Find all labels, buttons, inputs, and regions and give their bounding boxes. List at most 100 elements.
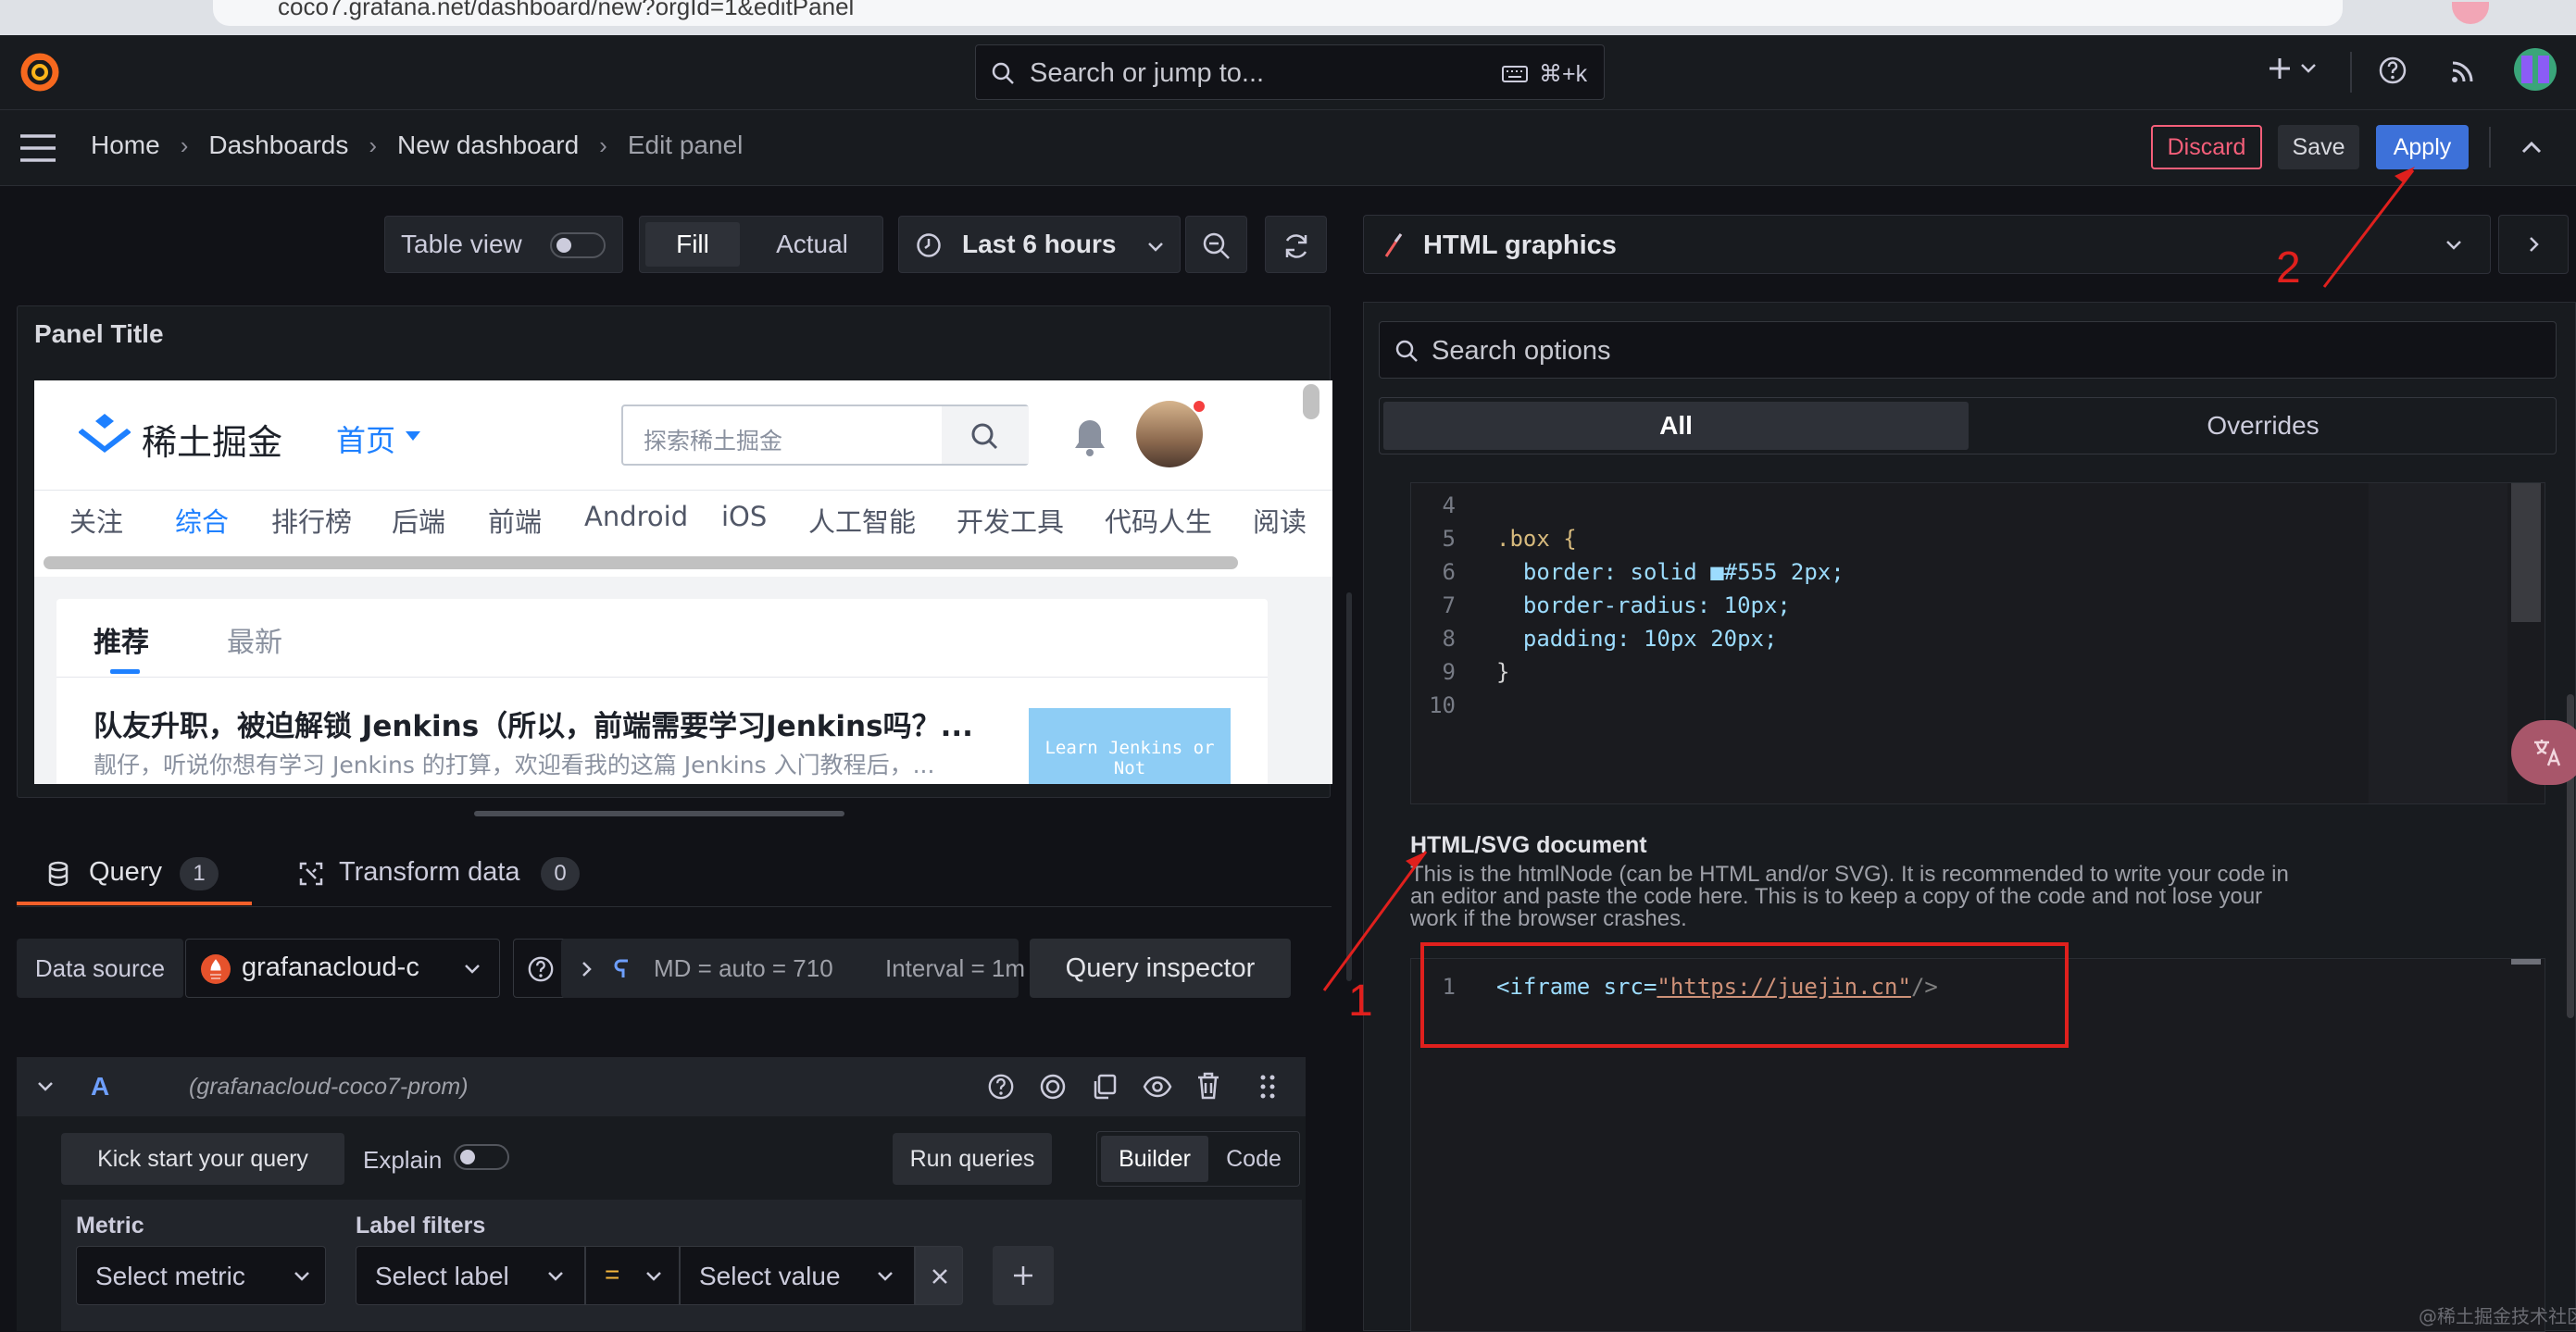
query-target-icon[interactable] — [1039, 1073, 1067, 1101]
user-avatar[interactable] — [2514, 48, 2557, 91]
add-chevron-down-icon[interactable] — [2300, 63, 2317, 74]
time-range-picker[interactable]: Last 6 hours — [898, 216, 1181, 273]
discard-button[interactable]: Discard — [2151, 125, 2262, 169]
juejin-category[interactable]: 开发工具 — [957, 501, 1105, 540]
global-search-input[interactable]: Search or jump to... ⌘+k — [975, 44, 1605, 100]
juejin-category[interactable]: 人工智能 — [808, 501, 957, 540]
html-doc-description: This is the htmlNode (can be HTML and/or… — [1410, 864, 2289, 930]
search-icon — [991, 61, 1015, 85]
label-select-placeholder: Select label — [375, 1262, 509, 1290]
juejin-category[interactable]: Android — [584, 501, 721, 540]
table-view-toggle[interactable]: Table view — [384, 216, 623, 273]
line-number: 6 — [1442, 559, 1456, 585]
juejin-logo-text: 稀土掘金 — [142, 422, 283, 463]
collapse-chevron-up-icon[interactable] — [2520, 140, 2543, 155]
juejin-horizontal-scrollbar[interactable] — [44, 556, 1238, 569]
tab-all[interactable]: All — [1383, 402, 1969, 450]
juejin-search-input[interactable]: 探索稀土掘金 — [621, 405, 1029, 466]
value-select[interactable]: Select value — [680, 1246, 915, 1305]
juejin-bell-icon[interactable] — [1071, 417, 1108, 456]
data-source-help-button[interactable] — [513, 939, 567, 998]
grafana-logo-icon[interactable] — [19, 50, 61, 93]
menu-icon[interactable] — [19, 132, 57, 164]
query-help-icon[interactable] — [987, 1073, 1015, 1101]
add-filter-button[interactable] — [993, 1246, 1054, 1305]
help-icon[interactable] — [2378, 56, 2407, 85]
juejin-article-title[interactable]: 队友升职，被迫解锁 Jenkins（所以，前端需要学习Jenkins吗？... — [94, 703, 1047, 744]
query-visibility-eye-icon[interactable] — [1143, 1075, 1172, 1099]
query-a-letter[interactable]: A — [91, 1072, 109, 1102]
query-options-icon — [613, 957, 631, 981]
translate-bubble[interactable] — [2511, 720, 2576, 785]
breadcrumb-new-dashboard[interactable]: New dashboard — [397, 131, 579, 160]
query-delete-trash-icon[interactable] — [1196, 1072, 1220, 1100]
zoom-out-button[interactable] — [1185, 216, 1247, 273]
explain-switch[interactable] — [454, 1144, 509, 1170]
juejin-scrollbar-thumb[interactable] — [1303, 384, 1319, 419]
juejin-feed-tab-latest[interactable]: 最新 — [227, 619, 282, 660]
data-source-picker[interactable]: grafanacloud-c — [185, 939, 500, 998]
juejin-iframe[interactable]: 稀土掘金 首页 探索稀土掘金 关注 综合 排行榜 后端 前端 Android i… — [34, 380, 1332, 784]
juejin-category[interactable]: 前端 — [488, 501, 584, 540]
css-code-editor[interactable]: 4 5 .box { 6 border: solid ■#555 2px; 7 b… — [1410, 482, 2545, 804]
juejin-category[interactable]: 后端 — [392, 501, 488, 540]
css-editor-lines: 4 5 .box { 6 border: solid ■#555 2px; 7 b… — [1411, 489, 1844, 722]
metric-select-placeholder: Select metric — [95, 1262, 245, 1290]
run-queries-button[interactable]: Run queries — [893, 1133, 1052, 1185]
panel-resize-handle[interactable] — [474, 811, 844, 816]
fill-option[interactable]: Fill — [645, 222, 740, 267]
tab-transform-data[interactable]: Transform data 0 — [278, 844, 583, 905]
annotation-number-1: 1 — [1348, 977, 1373, 1026]
juejin-feed-tab-recommend[interactable]: 推荐 — [94, 619, 149, 660]
html-editor-scroll-indicator — [2511, 959, 2541, 965]
metric-select[interactable]: Select metric — [76, 1246, 326, 1305]
options-tabs: All Overrides — [1379, 397, 2557, 454]
css-editor-scrollbar[interactable] — [2511, 483, 2541, 622]
query-drag-handle-icon[interactable] — [1259, 1074, 1276, 1100]
nav-divider — [2350, 52, 2352, 93]
annotation-arrow-1 — [1322, 851, 1428, 991]
breadcrumb-dashboards[interactable]: Dashboards — [208, 131, 348, 160]
operator-value: = — [605, 1260, 620, 1288]
remove-filter-button[interactable] — [915, 1246, 963, 1305]
juejin-category[interactable]: 关注 — [69, 501, 175, 540]
actual-option[interactable]: Actual — [749, 222, 875, 267]
juejin-search-button[interactable] — [942, 406, 1029, 464]
query-collapse-chevron-down-icon[interactable] — [37, 1081, 54, 1092]
query-duplicate-icon[interactable] — [1091, 1073, 1119, 1101]
label-select[interactable]: Select label — [356, 1246, 585, 1305]
juejin-category[interactable]: 代码人生 — [1105, 501, 1253, 540]
operator-select[interactable]: = — [585, 1246, 680, 1305]
clock-icon — [916, 232, 942, 258]
code-mode-option[interactable]: Code — [1212, 1136, 1295, 1182]
tab-query[interactable]: Query 1 — [17, 844, 252, 905]
add-new-icon[interactable] — [2267, 56, 2293, 81]
juejin-feed: 推荐 最新 队友升职，被迫解锁 Jenkins（所以，前端需要学习Jenkins… — [56, 599, 1268, 784]
juejin-category[interactable]: 排行榜 — [271, 501, 392, 540]
builder-mode-option[interactable]: Builder — [1101, 1136, 1208, 1182]
browser-address-strip: coco7.grafana.net/dashboard/new?orgId=1&… — [0, 0, 2576, 35]
query-inspector-button[interactable]: Query inspector — [1030, 939, 1291, 998]
metric-label: Metric — [76, 1213, 144, 1239]
table-view-switch[interactable] — [550, 232, 606, 258]
news-rss-icon[interactable] — [2449, 57, 2477, 85]
juejin-category[interactable]: 阅读 — [1253, 501, 1332, 540]
global-search-placeholder: Search or jump to... — [1030, 58, 1265, 88]
kick-start-query-button[interactable]: Kick start your query — [61, 1133, 344, 1185]
query-tabs: Query 1 Transform data 0 — [17, 844, 1332, 907]
profile-avatar[interactable] — [2452, 2, 2489, 24]
search-options-input[interactable]: Search options — [1379, 321, 2557, 379]
juejin-article-excerpt: 靓仔，听说你想有学习 Jenkins 的打算，欢迎看我的这篇 Jenkins 入… — [94, 752, 935, 778]
refresh-button[interactable] — [1265, 216, 1327, 273]
line-number: 4 — [1442, 492, 1456, 518]
collapse-options-button[interactable] — [2498, 215, 2569, 274]
time-range-label: Last 6 hours — [962, 230, 1117, 258]
data-source-row: Data source grafanacloud-c MD = auto = 7… — [17, 939, 1306, 1000]
query-options-button[interactable]: MD = auto = 710 Interval = 1m — [561, 939, 1025, 998]
editor-mode-toggle: Builder Code — [1096, 1131, 1300, 1187]
juejin-category[interactable]: iOS — [721, 501, 808, 540]
juejin-home-menu[interactable]: 首页 — [336, 417, 395, 460]
juejin-category[interactable]: 综合 — [175, 501, 271, 540]
tab-overrides[interactable]: Overrides — [1972, 402, 2554, 450]
breadcrumb-home[interactable]: Home — [91, 131, 160, 160]
